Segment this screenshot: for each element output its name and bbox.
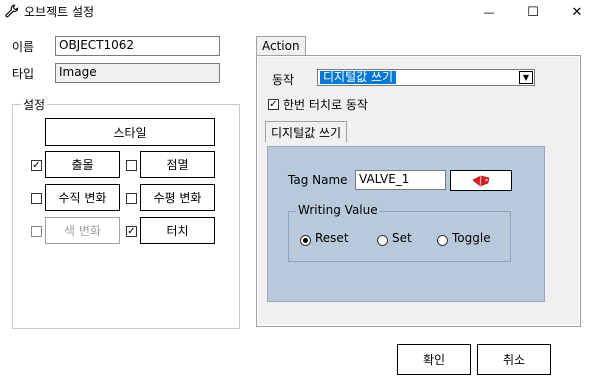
tab-action[interactable]: Action (256, 36, 306, 56)
vertical-change-checkbox[interactable] (31, 193, 42, 204)
settings-group-title: 설정 (21, 96, 48, 113)
color-change-checkbox[interactable] (31, 226, 42, 237)
tag-name-input[interactable]: VALVE_1 (355, 170, 446, 190)
appear-button[interactable]: 출몰 (45, 151, 120, 178)
radio-toggle[interactable] (437, 235, 448, 246)
action-select[interactable]: 디지털값 쓰기 ▼ (317, 69, 535, 86)
name-label: 이름 (12, 40, 35, 54)
type-label: 타입 (12, 67, 35, 81)
radio-toggle-label: Toggle (452, 231, 491, 245)
action-select-value: 디지털값 쓰기 (320, 71, 397, 84)
blink-checkbox[interactable] (126, 160, 137, 171)
single-touch-checkbox[interactable]: ✓ (268, 99, 279, 110)
radio-set-label: Set (392, 231, 412, 245)
touch-checkbox[interactable]: ✓ (126, 226, 137, 237)
tab-digital-write[interactable]: 디지털값 쓰기 (265, 121, 348, 142)
radio-reset[interactable] (300, 235, 311, 246)
radio-reset-label: Reset (315, 231, 349, 245)
tag-name-label: Tag Name (288, 173, 348, 187)
single-touch-label: 한번 터치로 동작 (283, 98, 368, 112)
style-button[interactable]: 스타일 (45, 118, 215, 146)
tag-browse-icon (471, 174, 491, 188)
ok-button[interactable]: 확인 (397, 344, 471, 375)
tag-browse-button[interactable] (450, 170, 512, 191)
title-bar: 오브젝트 설정 — ☐ ✕ (0, 0, 598, 24)
cancel-button[interactable]: 취소 (477, 344, 551, 375)
window-title: 오브젝트 설정 (24, 5, 95, 19)
blink-button[interactable]: 점멸 (140, 151, 215, 178)
wrench-icon (5, 4, 19, 18)
color-change-button[interactable]: 색 변화 (45, 217, 120, 244)
maximize-button[interactable]: ☐ (510, 0, 556, 24)
horizontal-change-button[interactable]: 수평 변화 (140, 184, 215, 211)
action-label: 동작 (272, 73, 295, 87)
radio-set[interactable] (377, 235, 388, 246)
chevron-down-icon[interactable]: ▼ (519, 71, 533, 84)
close-button[interactable]: ✕ (554, 0, 598, 24)
vertical-change-button[interactable]: 수직 변화 (45, 184, 120, 211)
minimize-button[interactable]: — (466, 0, 512, 24)
writing-value-title: Writing Value (296, 203, 380, 217)
touch-button[interactable]: 터치 (140, 217, 215, 244)
horizontal-change-checkbox[interactable] (126, 193, 137, 204)
name-input[interactable]: OBJECT1062 (55, 36, 220, 56)
appear-checkbox[interactable]: ✓ (31, 160, 42, 171)
type-field: Image (55, 63, 220, 83)
radio-selected-dot (303, 238, 308, 243)
